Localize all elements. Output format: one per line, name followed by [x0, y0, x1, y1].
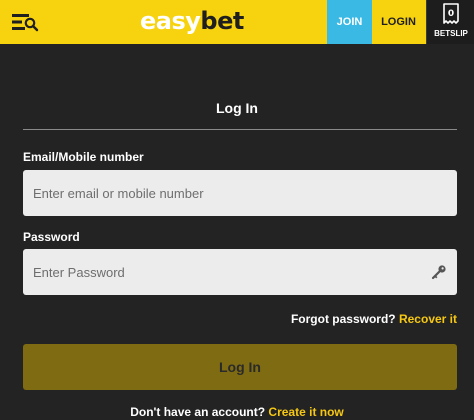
password-field-container	[23, 249, 457, 295]
no-account-text: Don't have an account?	[130, 405, 266, 419]
key-icon[interactable]	[431, 264, 447, 280]
title-divider	[23, 129, 457, 130]
easybet-logo[interactable]: easy bet	[140, 4, 244, 38]
login-header-button[interactable]: LOGIN	[372, 0, 425, 44]
forgot-password-text: Forgot password?	[290, 312, 396, 326]
betslip-button[interactable]: 0 BETSLIP	[426, 0, 474, 44]
menu-search-icon[interactable]	[10, 8, 40, 36]
password-input[interactable]	[23, 249, 457, 295]
password-label: Password	[23, 230, 80, 244]
betslip-count: 0	[448, 9, 454, 19]
logo-bet-text: bet	[200, 7, 244, 35]
join-button[interactable]: JOIN	[327, 0, 372, 44]
recover-link[interactable]: Recover it	[399, 312, 457, 326]
betslip-icon: 0	[443, 3, 459, 25]
logo-easy-text: easy	[140, 7, 201, 35]
page-title: Log In	[216, 100, 258, 116]
email-label: Email/Mobile number	[23, 150, 144, 164]
signup-row: Don't have an account? Create it now	[0, 405, 474, 419]
login-submit-button[interactable]: Log In	[23, 344, 457, 390]
email-input[interactable]	[23, 170, 457, 216]
betslip-label: BETSLIP	[434, 29, 468, 38]
create-account-link[interactable]: Create it now	[268, 405, 343, 419]
email-field-container	[23, 170, 457, 216]
forgot-password-row: Forgot password? Recover it	[291, 312, 457, 326]
top-bar: easy bet JOIN LOGIN 0 BETSLIP	[0, 0, 474, 44]
